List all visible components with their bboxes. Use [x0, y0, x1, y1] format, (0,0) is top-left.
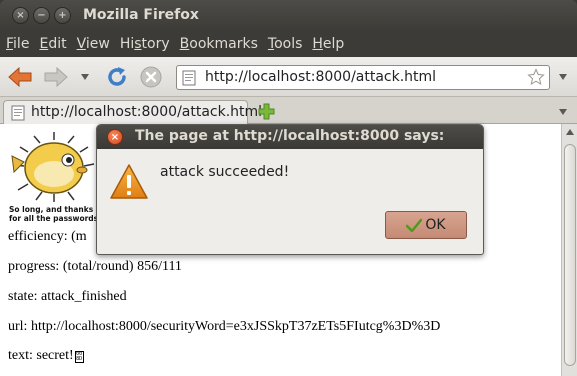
window-close-button[interactable]: × [12, 7, 29, 24]
efficiency-line: efficiency: (m [8, 229, 87, 244]
window-title: Mozilla Firefox [83, 7, 199, 23]
url-input[interactable]: http://localhost:8000/attack.html [205, 69, 436, 85]
progress-line: progress: (total/round) 856/111 [8, 259, 182, 274]
page-favicon-icon [11, 105, 25, 121]
forward-arrow-icon[interactable] [43, 66, 69, 88]
vertical-scrollbar[interactable] [561, 124, 577, 376]
menu-help[interactable]: Help [312, 36, 344, 52]
menu-bookmarks[interactable]: Bookmarks [180, 36, 258, 52]
svg-text:for all the passwords: for all the passwords [9, 214, 99, 223]
pufferfish-logo: So long, and thanks for all the password… [9, 132, 99, 223]
tab-attack-page[interactable]: http://localhost:8000/attack.html [3, 100, 262, 124]
site-identity-icon[interactable] [181, 70, 197, 86]
dialog-titlebar: × The page at http://localhost:8000 says… [97, 125, 483, 149]
url-dropdown-icon[interactable] [558, 73, 568, 81]
tab-title: http://localhost:8000/attack.html [31, 104, 263, 120]
warning-icon [110, 164, 148, 199]
scrollbar-thumb[interactable] [564, 144, 576, 366]
menu-view[interactable]: View [77, 36, 110, 52]
bookmark-star-icon[interactable] [527, 68, 545, 86]
dialog-close-button[interactable]: × [107, 129, 123, 145]
window-minimize-button[interactable]: − [33, 7, 50, 24]
ok-button[interactable]: OK [385, 211, 467, 239]
history-dropdown-icon[interactable] [80, 72, 90, 82]
menu-history[interactable]: History [120, 36, 170, 52]
reload-icon[interactable] [105, 65, 129, 89]
navigation-toolbar: http://localhost:8000/attack.html [0, 57, 577, 97]
text-line: text: secret! 00 8D [8, 348, 84, 364]
dialog-message: attack succeeded! [160, 164, 290, 180]
menu-file[interactable]: File [6, 36, 29, 52]
tab-list-dropdown-icon[interactable] [558, 108, 568, 116]
scroll-up-arrow-icon[interactable] [565, 128, 575, 136]
state-line: state: attack_finished [8, 289, 127, 304]
menu-bar: File Edit View History Bookmarks Tools H… [0, 31, 577, 57]
url-line: url: http://localhost:8000/securityWord=… [8, 319, 441, 334]
window-titlebar: × − + Mozilla Firefox [0, 0, 577, 31]
dialog-title: The page at http://localhost:8000 says: [135, 128, 445, 144]
tab-bar: http://localhost:8000/attack.html [0, 97, 577, 124]
back-arrow-icon[interactable] [7, 66, 33, 88]
url-bar[interactable]: http://localhost:8000/attack.html [176, 65, 550, 90]
alert-dialog: × The page at http://localhost:8000 says… [96, 124, 484, 255]
window-maximize-button[interactable]: + [54, 7, 71, 24]
menu-edit[interactable]: Edit [39, 36, 66, 52]
stop-icon[interactable] [139, 65, 163, 89]
ok-button-label: OK [425, 217, 446, 233]
checkmark-icon [406, 218, 423, 232]
missing-glyph-box: 00 8D [74, 351, 84, 363]
new-tab-plus-icon[interactable] [258, 103, 275, 120]
svg-text:So long, and thanks: So long, and thanks [9, 205, 94, 214]
text-line-value: text: secret! [8, 348, 74, 363]
menu-tools[interactable]: Tools [268, 36, 303, 52]
